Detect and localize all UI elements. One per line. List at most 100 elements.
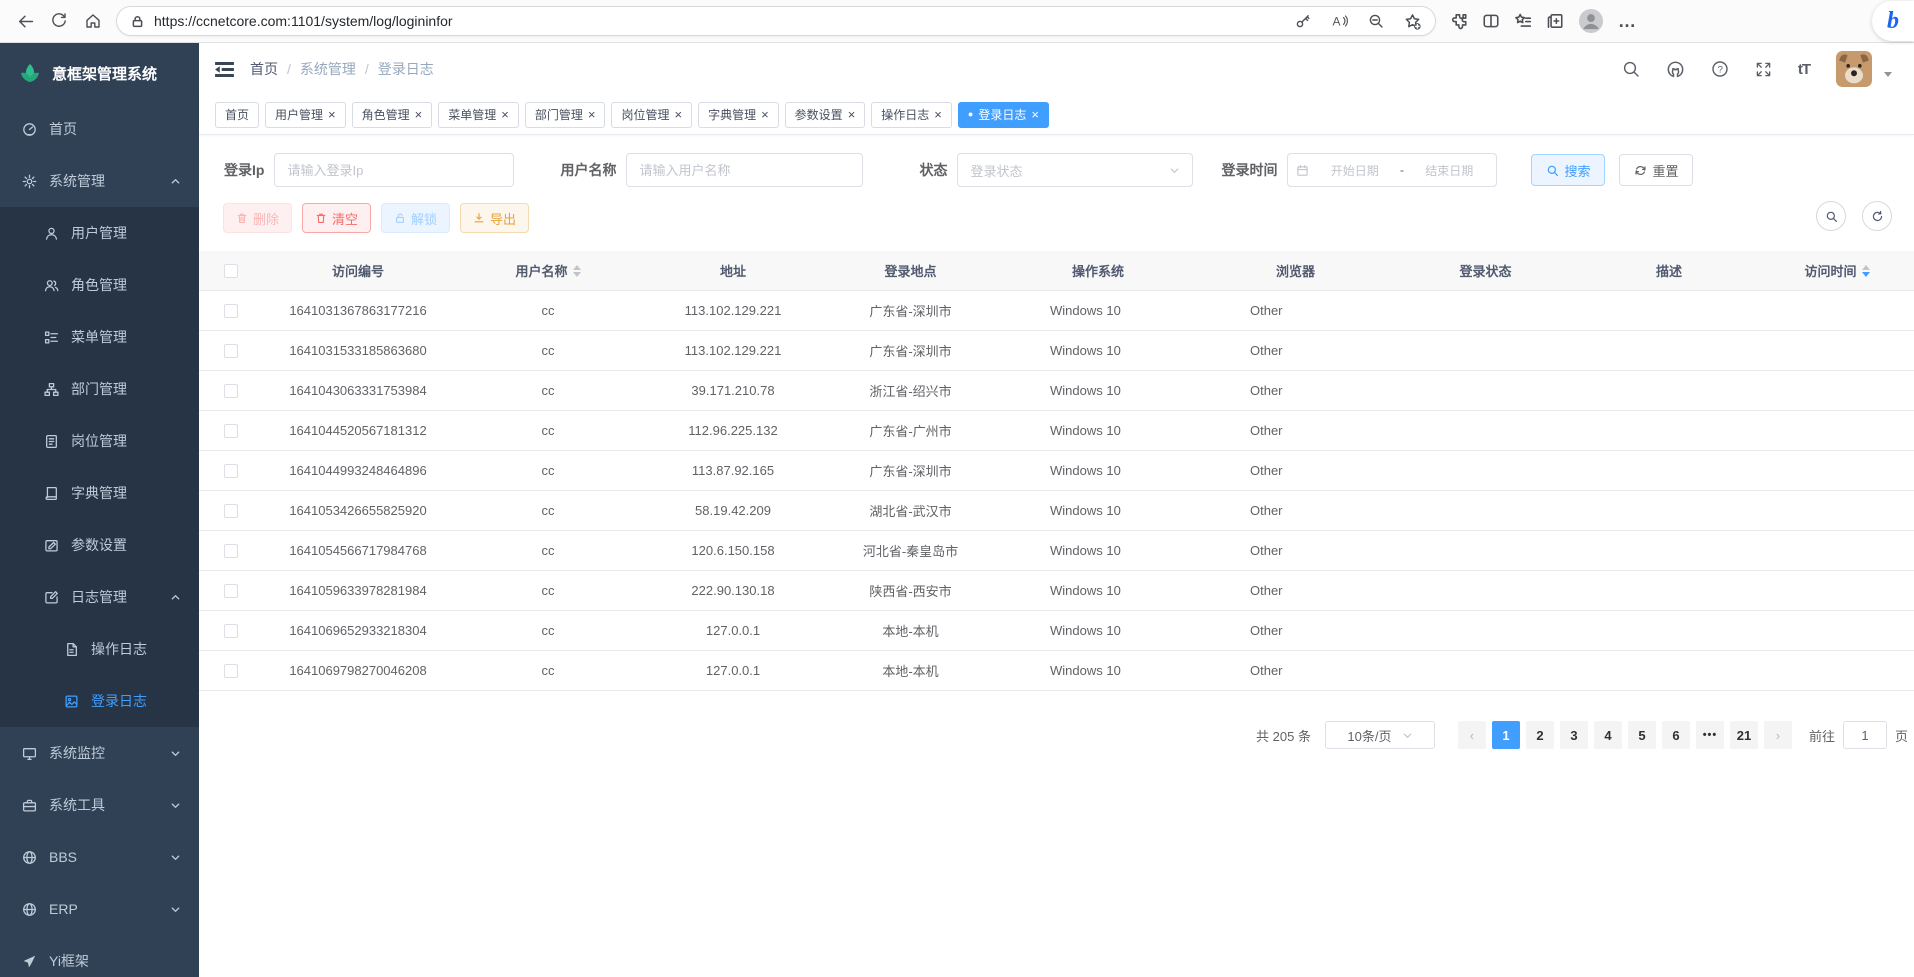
sidebar-item-yi-framework[interactable]: Yi框架: [0, 935, 199, 977]
search-icon[interactable]: [1622, 60, 1640, 78]
browser-more-icon[interactable]: …: [1618, 16, 1637, 26]
row-checkbox[interactable]: [224, 664, 238, 678]
page-button[interactable]: 3: [1560, 721, 1588, 749]
row-checkbox[interactable]: [224, 624, 238, 638]
col-user-name[interactable]: 用户名称: [453, 261, 643, 280]
page-button[interactable]: ›: [1764, 721, 1792, 749]
tab-close-icon[interactable]: ×: [588, 108, 596, 121]
sidebar-item-dept-mgmt[interactable]: 部门管理: [0, 363, 199, 415]
row-checkbox[interactable]: [224, 344, 238, 358]
tab-close-icon[interactable]: ×: [328, 108, 336, 121]
sidebar-item-system[interactable]: 系统管理: [0, 155, 199, 207]
browser-back-icon[interactable]: [8, 4, 42, 38]
page-button[interactable]: 5: [1628, 721, 1656, 749]
menu-fold-icon[interactable]: [215, 61, 234, 78]
content-tab[interactable]: 操作日志 ×: [871, 102, 952, 128]
show-search-toggle-icon[interactable]: [1816, 201, 1846, 231]
add-favorite-icon[interactable]: [1404, 13, 1421, 30]
breadcrumb-system[interactable]: 系统管理: [300, 59, 356, 79]
avatar-caret-icon[interactable]: [1884, 72, 1892, 81]
unlock-button[interactable]: 解锁: [381, 203, 450, 233]
content-tab[interactable]: ● 登录日志 ×: [958, 102, 1049, 128]
font-size-icon[interactable]: tT: [1798, 61, 1810, 78]
content-tab[interactable]: 参数设置 ×: [785, 102, 866, 128]
url-text[interactable]: https://ccnetcore.com:1101/system/log/lo…: [154, 13, 1295, 29]
select-all-checkbox[interactable]: [224, 264, 238, 278]
favorites-bar-icon[interactable]: [1514, 12, 1532, 30]
content-tab[interactable]: 首页: [215, 102, 259, 128]
tab-close-icon[interactable]: ×: [674, 108, 682, 121]
sidebar-item-operation-log[interactable]: 操作日志: [0, 623, 199, 675]
row-checkbox[interactable]: [224, 584, 238, 598]
browser-refresh-icon[interactable]: [42, 4, 76, 38]
content-tab[interactable]: 菜单管理 ×: [438, 102, 519, 128]
password-key-icon[interactable]: [1295, 13, 1311, 29]
col-login-status[interactable]: 登录状态: [1393, 261, 1578, 280]
end-date-placeholder[interactable]: 结束日期: [1410, 162, 1489, 179]
table-row[interactable]: 1641053426655825920 cc 58.19.42.209 湖北省-…: [199, 491, 1914, 531]
col-login-location[interactable]: 登录地点: [823, 261, 998, 280]
page-button[interactable]: 4: [1594, 721, 1622, 749]
row-checkbox[interactable]: [224, 384, 238, 398]
tab-close-icon[interactable]: ×: [415, 108, 423, 121]
sidebar-item-param-settings[interactable]: 参数设置: [0, 519, 199, 571]
user-name-input[interactable]: [626, 153, 863, 187]
table-row[interactable]: 1641069652933218304 cc 127.0.0.1 本地-本机 W…: [199, 611, 1914, 651]
clear-button[interactable]: 清空: [302, 203, 371, 233]
table-row[interactable]: 1641044993248464896 cc 113.87.92.165 广东省…: [199, 451, 1914, 491]
sidebar-item-erp[interactable]: ERP: [0, 883, 199, 935]
col-visit-time[interactable]: 访问时间: [1760, 261, 1914, 280]
browser-profile-avatar[interactable]: [1578, 8, 1604, 34]
tab-close-icon[interactable]: ×: [761, 108, 769, 121]
content-tab[interactable]: 部门管理 ×: [525, 102, 606, 128]
login-ip-input[interactable]: [274, 153, 514, 187]
row-checkbox[interactable]: [224, 544, 238, 558]
reset-button[interactable]: 重置: [1619, 154, 1693, 186]
goto-page-input[interactable]: [1843, 721, 1887, 749]
sidebar-item-post-mgmt[interactable]: 岗位管理: [0, 415, 199, 467]
tab-close-icon[interactable]: ×: [1031, 108, 1039, 121]
col-description[interactable]: 描述: [1578, 261, 1760, 280]
content-tab[interactable]: 岗位管理 ×: [611, 102, 692, 128]
content-tab[interactable]: 角色管理 ×: [352, 102, 433, 128]
table-row[interactable]: 1641054566717984768 cc 120.6.150.158 河北省…: [199, 531, 1914, 571]
table-row[interactable]: 1641059633978281984 cc 222.90.130.18 陕西省…: [199, 571, 1914, 611]
col-browser[interactable]: 浏览器: [1198, 261, 1393, 280]
page-button[interactable]: 6: [1662, 721, 1690, 749]
collections-icon[interactable]: [1546, 12, 1564, 30]
page-button[interactable]: ‹: [1458, 721, 1486, 749]
sidebar-item-tools[interactable]: 系统工具: [0, 779, 199, 831]
date-range-picker[interactable]: 开始日期 - 结束日期: [1287, 153, 1497, 187]
content-tab[interactable]: 用户管理 ×: [265, 102, 346, 128]
sidebar-item-monitor[interactable]: 系统监控: [0, 727, 199, 779]
tab-close-icon[interactable]: ×: [501, 108, 509, 121]
read-aloud-icon[interactable]: A: [1331, 13, 1348, 29]
col-address[interactable]: 地址: [643, 261, 823, 280]
sidebar-item-home[interactable]: 首页: [0, 103, 199, 155]
browser-home-icon[interactable]: [76, 4, 110, 38]
page-button[interactable]: 21: [1730, 721, 1758, 749]
table-row[interactable]: 1641044520567181312 cc 112.96.225.132 广东…: [199, 411, 1914, 451]
user-avatar[interactable]: [1836, 51, 1872, 87]
content-tab[interactable]: 字典管理 ×: [698, 102, 779, 128]
tab-close-icon[interactable]: ×: [848, 108, 856, 121]
bing-chat-icon[interactable]: b: [1872, 1, 1914, 41]
table-row[interactable]: 1641031533185863680 cc 113.102.129.221 广…: [199, 331, 1914, 371]
zoom-out-icon[interactable]: [1368, 13, 1384, 29]
col-visit-id[interactable]: 访问编号: [263, 261, 453, 280]
sidebar-item-log-mgmt[interactable]: 日志管理: [0, 571, 199, 623]
github-icon[interactable]: [1666, 60, 1685, 79]
row-checkbox[interactable]: [224, 504, 238, 518]
refresh-table-icon[interactable]: [1862, 201, 1892, 231]
sidebar-item-menu-mgmt[interactable]: 菜单管理: [0, 311, 199, 363]
col-os[interactable]: 操作系统: [998, 261, 1198, 280]
table-row[interactable]: 1641069798270046208 cc 127.0.0.1 本地-本机 W…: [199, 651, 1914, 691]
sidebar-item-login-log[interactable]: 登录日志: [0, 675, 199, 727]
page-button[interactable]: 1: [1492, 721, 1520, 749]
sidebar-item-dict-mgmt[interactable]: 字典管理: [0, 467, 199, 519]
login-status-select[interactable]: 登录状态: [957, 153, 1193, 187]
address-bar[interactable]: https://ccnetcore.com:1101/system/log/lo…: [116, 6, 1436, 36]
sidebar-item-bbs[interactable]: BBS: [0, 831, 199, 883]
page-size-select[interactable]: 10条/页: [1325, 721, 1435, 749]
split-screen-icon[interactable]: [1482, 12, 1500, 30]
